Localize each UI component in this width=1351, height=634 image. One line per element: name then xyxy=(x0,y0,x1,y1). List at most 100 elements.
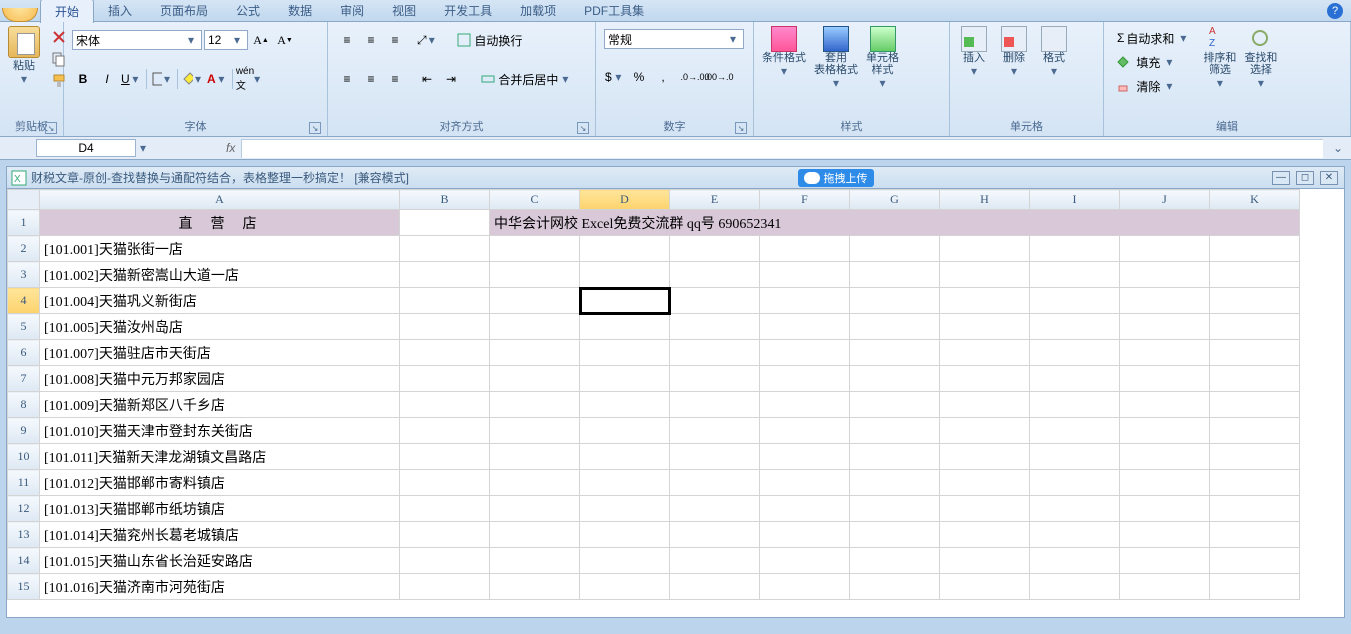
cell-H13[interactable] xyxy=(940,522,1030,548)
cell-B5[interactable] xyxy=(400,314,490,340)
cell-I13[interactable] xyxy=(1030,522,1120,548)
cell-I6[interactable] xyxy=(1030,340,1120,366)
align-left-button[interactable]: ≡ xyxy=(336,68,358,90)
row-header-13[interactable]: 13 xyxy=(8,522,40,548)
format-button[interactable]: 格式▾ xyxy=(1034,24,1074,80)
cell-F8[interactable] xyxy=(760,392,850,418)
cell-D2[interactable] xyxy=(580,236,670,262)
tab-8[interactable]: 加载项 xyxy=(506,0,570,23)
cell-C8[interactable] xyxy=(490,392,580,418)
cell-J13[interactable] xyxy=(1120,522,1210,548)
row-header-6[interactable]: 6 xyxy=(8,340,40,366)
tab-9[interactable]: PDF工具集 xyxy=(570,0,658,23)
cell-A13[interactable]: [101.014]天猫兖州长葛老城镇店 xyxy=(40,522,400,548)
cell-A2[interactable]: [101.001]天猫张街一店 xyxy=(40,236,400,262)
underline-button[interactable]: U▾ xyxy=(120,68,142,90)
row-header-7[interactable]: 7 xyxy=(8,366,40,392)
formula-input[interactable] xyxy=(241,139,1323,158)
cell-D6[interactable] xyxy=(580,340,670,366)
cell-K12[interactable] xyxy=(1210,496,1300,522)
tab-4[interactable]: 数据 xyxy=(274,0,326,23)
cell-J9[interactable] xyxy=(1120,418,1210,444)
cell-I9[interactable] xyxy=(1030,418,1120,444)
cell-K8[interactable] xyxy=(1210,392,1300,418)
cell-D12[interactable] xyxy=(580,496,670,522)
cell-G7[interactable] xyxy=(850,366,940,392)
font-size-combo[interactable]: 12▾ xyxy=(204,30,248,50)
cell-I11[interactable] xyxy=(1030,470,1120,496)
cell-C9[interactable] xyxy=(490,418,580,444)
cell-K3[interactable] xyxy=(1210,262,1300,288)
cell-E12[interactable] xyxy=(670,496,760,522)
cell-D4[interactable] xyxy=(580,288,670,314)
cell-J10[interactable] xyxy=(1120,444,1210,470)
cell-G2[interactable] xyxy=(850,236,940,262)
cell-F15[interactable] xyxy=(760,574,850,600)
cell-D13[interactable] xyxy=(580,522,670,548)
align-center-button[interactable]: ≡ xyxy=(360,68,382,90)
cell-B10[interactable] xyxy=(400,444,490,470)
phonetic-button[interactable]: wén文▾ xyxy=(237,68,259,90)
cell-B13[interactable] xyxy=(400,522,490,548)
autosum-button[interactable]: Σ 自动求和▾ xyxy=(1112,27,1195,49)
worksheet-grid[interactable]: ABCDEFGHIJK1直营店中华会计网校 Excel免费交流群 qq号 690… xyxy=(6,188,1345,618)
col-header-C[interactable]: C xyxy=(490,190,580,210)
row-header-12[interactable]: 12 xyxy=(8,496,40,522)
cell-B4[interactable] xyxy=(400,288,490,314)
cell-H9[interactable] xyxy=(940,418,1030,444)
row-header-11[interactable]: 11 xyxy=(8,470,40,496)
decrease-decimal-button[interactable]: .00→.0 xyxy=(708,66,730,88)
upload-badge[interactable]: 拖拽上传 xyxy=(798,169,874,187)
cell-D14[interactable] xyxy=(580,548,670,574)
cell-I15[interactable] xyxy=(1030,574,1120,600)
select-all-corner[interactable] xyxy=(8,190,40,210)
cell-G6[interactable] xyxy=(850,340,940,366)
cell-G3[interactable] xyxy=(850,262,940,288)
bold-button[interactable]: B xyxy=(72,68,94,90)
cell-E7[interactable] xyxy=(670,366,760,392)
cell-J15[interactable] xyxy=(1120,574,1210,600)
cell-G15[interactable] xyxy=(850,574,940,600)
cell-E4[interactable] xyxy=(670,288,760,314)
close-button[interactable]: ✕ xyxy=(1320,171,1338,185)
cell-E9[interactable] xyxy=(670,418,760,444)
cell-G5[interactable] xyxy=(850,314,940,340)
cell-K5[interactable] xyxy=(1210,314,1300,340)
number-format-combo[interactable]: 常规▾ xyxy=(604,29,744,49)
tab-5[interactable]: 审阅 xyxy=(326,0,378,23)
cell-J7[interactable] xyxy=(1120,366,1210,392)
orientation-button[interactable]: ⤢▾ xyxy=(416,29,438,51)
cell-E6[interactable] xyxy=(670,340,760,366)
cell-A11[interactable]: [101.012]天猫邯郸市寄料镇店 xyxy=(40,470,400,496)
minimize-button[interactable]: — xyxy=(1272,171,1290,185)
cell-E15[interactable] xyxy=(670,574,760,600)
cell-E11[interactable] xyxy=(670,470,760,496)
cell-K9[interactable] xyxy=(1210,418,1300,444)
cell-B2[interactable] xyxy=(400,236,490,262)
cell-I12[interactable] xyxy=(1030,496,1120,522)
cell-A14[interactable]: [101.015]天猫山东省长治延安路店 xyxy=(40,548,400,574)
formula-expand-icon[interactable]: ⌄ xyxy=(1329,141,1347,155)
cell-B8[interactable] xyxy=(400,392,490,418)
name-box[interactable] xyxy=(36,139,136,157)
percent-button[interactable]: % xyxy=(628,66,650,88)
font-color-button[interactable]: A▾ xyxy=(206,68,228,90)
conditional-format-button[interactable]: 条件格式▾ xyxy=(758,24,810,80)
cell-F13[interactable] xyxy=(760,522,850,548)
cell-B11[interactable] xyxy=(400,470,490,496)
cell-I7[interactable] xyxy=(1030,366,1120,392)
cell-H12[interactable] xyxy=(940,496,1030,522)
cell-H8[interactable] xyxy=(940,392,1030,418)
help-icon[interactable]: ? xyxy=(1327,3,1343,19)
cell-I8[interactable] xyxy=(1030,392,1120,418)
cell-E14[interactable] xyxy=(670,548,760,574)
cell-B12[interactable] xyxy=(400,496,490,522)
cell-B7[interactable] xyxy=(400,366,490,392)
row-header-15[interactable]: 15 xyxy=(8,574,40,600)
cell-H14[interactable] xyxy=(940,548,1030,574)
italic-button[interactable]: I xyxy=(96,68,118,90)
col-header-D[interactable]: D xyxy=(580,190,670,210)
comma-button[interactable]: , xyxy=(652,66,674,88)
cell-A8[interactable]: [101.009]天猫新郑区八千乡店 xyxy=(40,392,400,418)
cell-I2[interactable] xyxy=(1030,236,1120,262)
